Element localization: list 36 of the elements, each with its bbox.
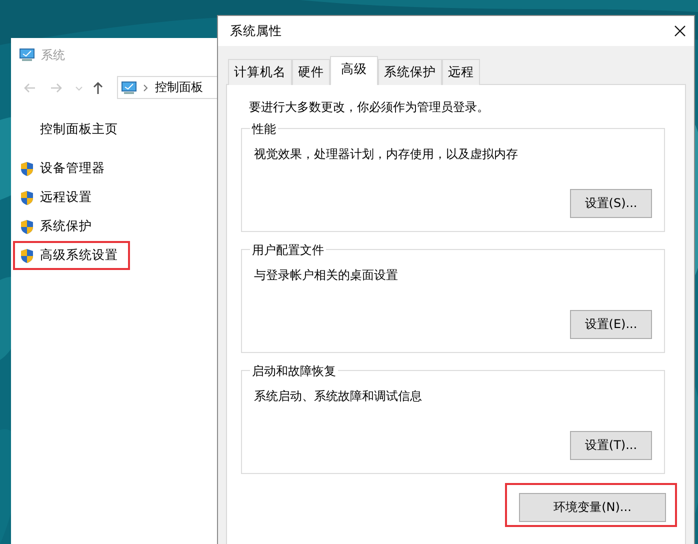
dropdown-icon[interactable] — [75, 84, 83, 92]
shield-icon — [20, 190, 34, 206]
computer-icon — [121, 80, 137, 94]
tab[interactable]: 系统保护 — [378, 59, 442, 85]
group-title: 性能 — [250, 121, 278, 138]
tab[interactable]: 计算机名 — [228, 59, 292, 85]
tab[interactable]: 高级 — [330, 56, 378, 85]
tab[interactable]: 远程 — [442, 59, 480, 85]
up-icon[interactable] — [91, 80, 105, 94]
sidebar-link[interactable]: 控制面板主页 — [40, 121, 118, 138]
group-description: 视觉效果，处理器计划，内存使用，以及虚拟内存 — [254, 146, 519, 163]
tab[interactable]: 硬件 — [292, 59, 330, 85]
settings-button[interactable]: 设置(T)... — [570, 431, 652, 460]
settings-button[interactable]: 设置(E)... — [570, 310, 652, 339]
sidebar-link[interactable]: 高级系统设置 — [40, 247, 118, 264]
shield-icon — [20, 160, 34, 176]
group-description: 系统启动、系统故障和调试信息 — [254, 388, 423, 405]
sidebar-link[interactable]: 远程设置 — [40, 189, 92, 206]
back-icon[interactable] — [23, 80, 37, 94]
computer-icon — [19, 48, 35, 62]
shield-icon — [20, 218, 34, 234]
forward-icon[interactable] — [49, 80, 63, 94]
sidebar-link[interactable]: 系统保护 — [40, 218, 92, 235]
close-icon[interactable] — [674, 25, 686, 37]
group-title: 启动和故障恢复 — [250, 363, 338, 380]
environment-variables-button[interactable]: 环境变量(N)... — [519, 493, 666, 522]
group-description: 与登录帐户相关的桌面设置 — [254, 267, 399, 284]
sidebar-link[interactable]: 设备管理器 — [40, 160, 105, 177]
settings-button[interactable]: 设置(S)... — [570, 189, 652, 218]
group-title: 用户配置文件 — [250, 242, 326, 259]
chevron-icon — [143, 84, 149, 92]
window-title: 系统 — [41, 46, 65, 64]
notice-text: 要进行大多数更改，你必须作为管理员登录。 — [249, 99, 490, 116]
shield-icon — [20, 248, 34, 264]
window-title: 系统属性 — [230, 22, 282, 40]
breadcrumb-item[interactable]: 控制面板 — [155, 79, 203, 96]
